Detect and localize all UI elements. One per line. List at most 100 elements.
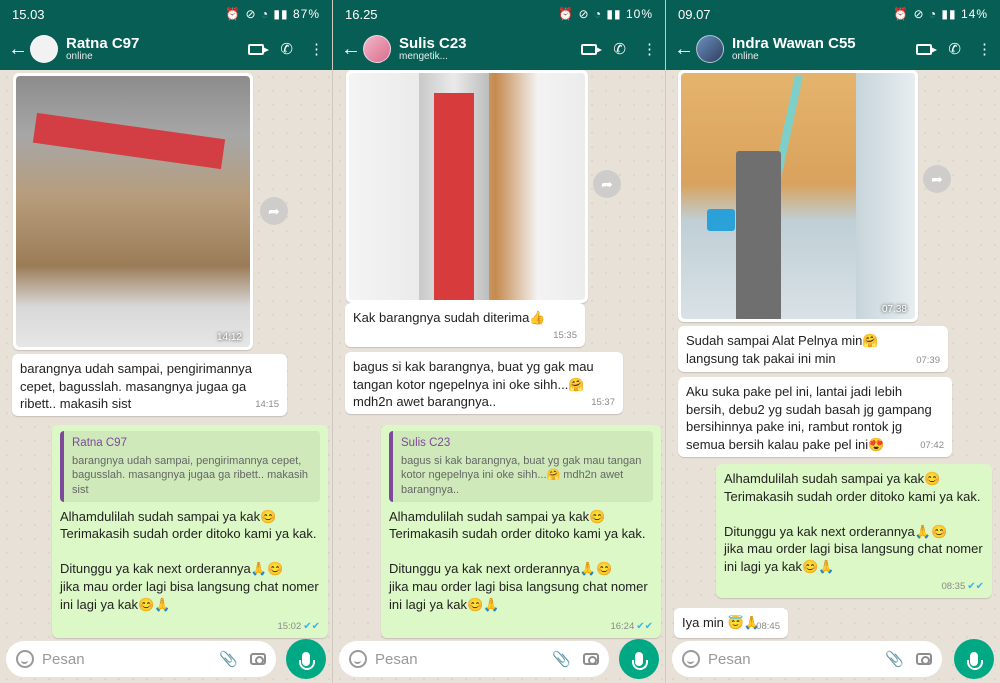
camera-icon[interactable] bbox=[250, 653, 266, 665]
emoji-icon[interactable] bbox=[16, 650, 34, 668]
message-time: 15:35 bbox=[553, 330, 577, 342]
battery-level: 87% bbox=[292, 7, 320, 21]
image-message[interactable]: 14:12 bbox=[13, 73, 253, 350]
mic-button[interactable] bbox=[286, 639, 326, 679]
quoted-sender: Ratna C97 bbox=[72, 437, 127, 449]
forward-icon[interactable]: ➦ bbox=[593, 170, 621, 198]
avatar[interactable] bbox=[696, 35, 724, 63]
package-tape bbox=[32, 112, 226, 170]
back-arrow-icon[interactable]: ← bbox=[674, 38, 694, 61]
chat-panel-2: 16.25 ⏰ ⊘ ◔ ▮▮ 10% ← Sulis C23 mengetik.… bbox=[333, 0, 666, 683]
status-bar: 15.03 ⏰ ⊘ ◔ ▮▮ 87% bbox=[0, 0, 332, 28]
outgoing-message[interactable]: Sulis C23 bagus si kak barangnya, buat y… bbox=[381, 425, 661, 638]
incoming-message[interactable]: Iya min 😇🙏 08:45 bbox=[674, 608, 788, 638]
message-text: Sudah sampai Alat Pelnya min🤗 langsung t… bbox=[686, 333, 879, 366]
video-call-icon[interactable] bbox=[248, 43, 270, 55]
outgoing-message[interactable]: Ratna C97 barangnya udah sampai, pengiri… bbox=[52, 425, 328, 638]
mic-button[interactable] bbox=[619, 639, 659, 679]
attach-icon[interactable]: 📎 bbox=[219, 650, 238, 668]
status-bar: 09.07 ⏰ ⊘ ◔ ▮▮ 14% bbox=[666, 0, 1000, 28]
status-time: 16.25 bbox=[345, 6, 378, 22]
message-text: Kak barangnya sudah diterima👍 bbox=[353, 310, 546, 325]
product-photo[interactable]: 14:12 bbox=[16, 76, 250, 347]
contact-info[interactable]: Sulis C23 mengetik... bbox=[399, 36, 581, 62]
incoming-message[interactable]: bagus si kak barangnya, buat yg gak mau … bbox=[345, 352, 623, 414]
image-message[interactable]: 07:38 bbox=[678, 70, 918, 322]
input-placeholder: Pesan bbox=[375, 650, 418, 668]
package-tape bbox=[434, 93, 474, 300]
status-time: 09.07 bbox=[678, 6, 711, 22]
screenshot-collage: 15.03 ⏰ ⊘ ◔ ▮▮ 87% ← Ratna C97 online ✆ … bbox=[0, 0, 1000, 683]
incoming-message[interactable]: barangnya udah sampai, pengirimannya cep… bbox=[12, 354, 287, 416]
input-placeholder: Pesan bbox=[42, 650, 85, 668]
incoming-message[interactable]: Sudah sampai Alat Pelnya min🤗 langsung t… bbox=[678, 326, 948, 372]
contact-info[interactable]: Indra Wawan C55 online bbox=[732, 36, 916, 62]
message-input[interactable]: Pesan 📎 bbox=[6, 641, 276, 677]
outgoing-message[interactable]: Alhamdulilah sudah sampai ya kak😊 Terima… bbox=[716, 464, 992, 598]
status-time: 15.03 bbox=[12, 6, 45, 22]
avatar[interactable] bbox=[30, 35, 58, 63]
status-bar: 16.25 ⏰ ⊘ ◔ ▮▮ 10% bbox=[333, 0, 665, 28]
camera-icon[interactable] bbox=[916, 653, 932, 665]
message-input[interactable]: Pesan 📎 bbox=[672, 641, 942, 677]
message-text: Alhamdulilah sudah sampai ya kak😊 Terima… bbox=[389, 508, 648, 612]
quoted-message[interactable]: Sulis C23 bagus si kak barangnya, buat y… bbox=[389, 431, 653, 502]
quoted-message[interactable]: Ratna C97 barangnya udah sampai, pengiri… bbox=[60, 431, 320, 502]
message-text: barangnya udah sampai, pengirimannya cep… bbox=[20, 361, 252, 412]
glass-panel bbox=[856, 73, 915, 319]
emoji-icon[interactable] bbox=[682, 650, 700, 668]
contact-info[interactable]: Ratna C97 online bbox=[66, 36, 248, 62]
message-text: Aku suka pake pel ini, lantai jadi lebih… bbox=[686, 384, 932, 452]
mic-icon bbox=[632, 652, 648, 670]
back-arrow-icon[interactable]: ← bbox=[341, 38, 361, 61]
chat-header: ← Sulis C23 mengetik... ✆ ⋮ bbox=[333, 28, 665, 70]
message-time: 14:12 bbox=[216, 332, 242, 343]
phone-call-icon[interactable]: ✆ bbox=[948, 40, 961, 58]
avatar[interactable] bbox=[363, 35, 391, 63]
contact-status: mengetik... bbox=[399, 50, 448, 62]
message-time: 08:35 ✔✔ bbox=[941, 581, 984, 593]
status-icons: ⏰ ⊘ ◔ ▮▮ 87% bbox=[225, 7, 320, 21]
mic-icon bbox=[967, 652, 983, 670]
message-time: 08:45 bbox=[756, 621, 780, 633]
chat-header: ← Ratna C97 online ✆ ⋮ bbox=[0, 28, 332, 70]
incoming-message[interactable]: Aku suka pake pel ini, lantai jadi lebih… bbox=[678, 377, 952, 457]
video-call-icon[interactable] bbox=[916, 43, 938, 55]
mic-icon bbox=[299, 652, 315, 670]
message-time: 14:15 bbox=[255, 399, 279, 411]
forward-icon[interactable]: ➦ bbox=[260, 197, 288, 225]
message-time: 07:39 bbox=[916, 355, 940, 367]
message-text: Alhamdulilah sudah sampai ya kak😊 Terima… bbox=[60, 508, 319, 612]
message-input[interactable]: Pesan 📎 bbox=[339, 641, 609, 677]
contact-name: Ratna C97 bbox=[66, 34, 140, 52]
attach-icon[interactable]: 📎 bbox=[552, 650, 571, 668]
phone-call-icon[interactable]: ✆ bbox=[280, 40, 293, 58]
attach-icon[interactable]: 📎 bbox=[885, 650, 904, 668]
quoted-text: barangnya udah sampai, pengirimannya cep… bbox=[72, 454, 309, 496]
back-arrow-icon[interactable]: ← bbox=[8, 38, 28, 61]
message-time: 15:02 ✔✔ bbox=[277, 621, 320, 633]
read-receipt-icon: ✔✔ bbox=[636, 621, 653, 633]
battery-level: 10% bbox=[625, 7, 653, 21]
contact-status: online bbox=[66, 50, 93, 62]
image-message[interactable] bbox=[346, 70, 588, 303]
message-time: 07:42 bbox=[920, 440, 944, 452]
emoji-icon[interactable] bbox=[349, 650, 367, 668]
more-options-icon[interactable]: ⋮ bbox=[977, 40, 992, 58]
camera-icon[interactable] bbox=[583, 653, 599, 665]
read-receipt-icon: ✔✔ bbox=[303, 621, 320, 633]
incoming-message[interactable]: Kak barangnya sudah diterima👍 15:35 bbox=[345, 303, 585, 347]
forward-icon[interactable]: ➦ bbox=[923, 165, 951, 193]
product-photo[interactable]: 07:38 bbox=[681, 73, 915, 319]
message-time: 15:37 bbox=[591, 397, 615, 409]
more-options-icon[interactable]: ⋮ bbox=[642, 40, 657, 58]
video-call-icon[interactable] bbox=[581, 43, 603, 55]
message-text: bagus si kak barangnya, buat yg gak mau … bbox=[353, 359, 594, 410]
product-photo[interactable] bbox=[349, 73, 585, 300]
status-icons: ⏰ ⊘ ◔ ▮▮ 10% bbox=[558, 7, 653, 21]
mic-button[interactable] bbox=[954, 639, 994, 679]
battery-level: 14% bbox=[960, 7, 988, 21]
chat-panel-1: 15.03 ⏰ ⊘ ◔ ▮▮ 87% ← Ratna C97 online ✆ … bbox=[0, 0, 333, 683]
phone-call-icon[interactable]: ✆ bbox=[613, 40, 626, 58]
more-options-icon[interactable]: ⋮ bbox=[309, 40, 324, 58]
